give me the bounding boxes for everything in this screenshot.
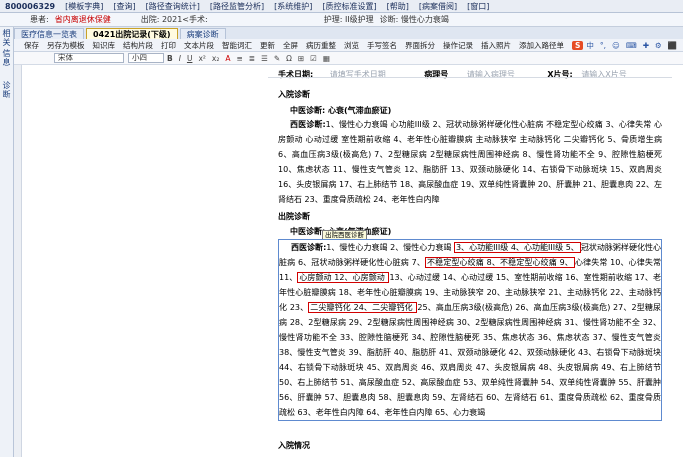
row-divider	[268, 77, 672, 78]
subscript-icon[interactable]: x₂	[209, 54, 222, 63]
menu-qc[interactable]: [质控标准设置]	[317, 1, 381, 12]
discharge-western-diagnosis-field[interactable]: 西医诊断:1、慢性心力衰竭 2、慢性心力衰竭 3、心功能III级 4、心功能II…	[278, 239, 662, 421]
align-center-icon[interactable]: ≣	[246, 54, 258, 63]
menu-path-query[interactable]: [路径查询统计]	[141, 1, 205, 12]
font-family-select[interactable]: 宋体	[54, 53, 124, 63]
add-to-path-button[interactable]: 添加入路径单	[515, 40, 568, 51]
sogou-ime-icon[interactable]: S	[572, 40, 584, 50]
record-reorganize-button[interactable]: 病历重整	[302, 40, 340, 51]
underline-icon[interactable]: U	[184, 54, 196, 63]
superscript-icon[interactable]: x²	[195, 54, 208, 63]
admission-status-title: 入院情况	[278, 441, 310, 450]
fullscreen-button[interactable]: 全屏	[279, 40, 302, 51]
admission-western-text: 1、慢性心力衰竭 心功能III级 2、冠状动脉粥样硬化性心脏病 不稳定型心绞痛 …	[278, 120, 662, 204]
side-tab-diagnosis[interactable]: 诊断	[2, 81, 12, 99]
browse-button[interactable]: 浏览	[340, 40, 363, 51]
discharge-label: 出院: 2021<手术:	[140, 15, 208, 24]
print-button[interactable]: 打印	[157, 40, 180, 51]
admission-diagnosis-title: 入院诊断	[278, 90, 310, 99]
menu-id: 800006329	[5, 1, 56, 11]
nursing-level: 护理: II级护理	[323, 15, 374, 24]
menu-query[interactable]: [查询]	[108, 1, 140, 12]
format-toolbar: 宋体 小四 B I U x² x₂ A ≡ ≣ ☰ ✎ Ω ⊞ ☑ ▦	[14, 52, 683, 65]
discharge-diagnosis-title: 出院诊断	[278, 212, 310, 221]
font-size-select[interactable]: 小四	[128, 53, 164, 63]
admission-tcm-diagnosis: 中医诊断: 心衰(气滞血瘀证)	[290, 105, 391, 116]
insert-photo-button[interactable]: 插入照片	[477, 40, 515, 51]
structure-fragment-button[interactable]: 结构片段	[119, 40, 157, 51]
special-char-icon[interactable]: Ω	[283, 54, 295, 63]
italic-icon[interactable]: I	[176, 54, 184, 63]
patient-info-bar: 患者: 省内离退休保健 出院: 2021<手术: 护理: II级护理 诊断: 慢…	[0, 13, 683, 27]
menu-path-monitor[interactable]: [路径监管分析]	[205, 1, 269, 12]
checkbox-icon[interactable]: ☑	[307, 54, 320, 63]
menu-bar: 800006329 [模板字典] [查询] [路径查询统计] [路径监管分析] …	[0, 0, 683, 13]
ime-keyboard-icon[interactable]: ⌨	[623, 41, 640, 50]
insert-table-icon[interactable]: ⊞	[295, 54, 307, 63]
bold-icon[interactable]: B	[164, 54, 176, 63]
save-as-template-button[interactable]: 另存为模板	[43, 40, 89, 51]
vertical-ruler	[14, 65, 22, 457]
highlight-box-cardiac-function: 3、心功能III级 4、心功能III级 5、	[453, 242, 581, 253]
ime-emoji-icon[interactable]: ☺	[609, 41, 623, 50]
update-button[interactable]: 更新	[256, 40, 279, 51]
admission-western-diagnosis[interactable]: 西医诊断:1、慢性心力衰竭 心功能III级 2、冠状动脉粥样硬化性心脏病 不稳定…	[278, 117, 662, 207]
tab-discharge-record[interactable]: 0421出院记录(下级)	[86, 28, 178, 39]
admission-tcm-text: 中医诊断: 心衰(气滞血瘀证)	[290, 106, 392, 115]
edit-icon[interactable]: ✎	[271, 54, 283, 63]
patient-label: 患者:	[30, 15, 49, 24]
menu-system[interactable]: [系统维护]	[269, 1, 317, 12]
operation-log-button[interactable]: 操作记录	[439, 40, 477, 51]
document-tabs: 医疗信息一览表 0421出院记录(下级) 病案诊断	[14, 27, 683, 39]
highlight-box-atrial-fibrillation: 心房颤动 12、心房颤动	[297, 272, 390, 283]
highlight-box-mitral-calcification: 二尖瓣钙化 24、二尖瓣钙化	[308, 302, 418, 313]
text-fragment-button[interactable]: 文本片段	[180, 40, 218, 51]
discharge-western-text-e: 25、高血压病3级(极高危) 26、高血压病3级(极高危) 27、2型糖尿病 2…	[279, 303, 661, 417]
save-button[interactable]: 保存	[14, 40, 43, 51]
diagnosis-summary: 诊断: 慢性心力衰竭	[379, 15, 449, 24]
tab-case-diagnosis[interactable]: 病案诊断	[179, 28, 226, 39]
discharge-western-label: 西医诊断:	[291, 243, 327, 252]
left-side-panel: 相关 信息 诊断	[0, 27, 14, 457]
font-color-icon[interactable]: A	[222, 54, 233, 63]
grid-icon[interactable]: ▦	[320, 54, 333, 63]
surgery-row: 手术日期: 请填写手术日期 病理号 请输入病理号 X片号: 请输入X片号	[278, 69, 627, 80]
side-tab-info[interactable]: 信息	[2, 49, 12, 67]
knowledge-base-button[interactable]: 知识库	[89, 40, 120, 51]
ime-settings-icon[interactable]: ⚙	[652, 41, 665, 50]
discharge-western-text-a: 1、慢性心力衰竭 2、慢性心力衰竭	[326, 243, 454, 252]
ime-punctuation-icon[interactable]: °,	[597, 41, 609, 50]
editor-toolbar: 保存 另存为模板 知识库 结构片段 打印 文本片段 智能词汇 更新 全屏 病历重…	[14, 39, 683, 52]
split-view-button[interactable]: 界面拆分	[401, 40, 439, 51]
patient-category: 省内离退休保健	[54, 15, 111, 24]
menu-template[interactable]: [模板字典]	[60, 1, 108, 12]
align-left-icon[interactable]: ≡	[233, 54, 245, 63]
side-tab-related[interactable]: 相关	[2, 29, 12, 47]
ime-plus-icon[interactable]: ✚	[640, 41, 652, 50]
menu-help[interactable]: [帮助]	[382, 1, 414, 12]
menu-record-borrow[interactable]: [病案借阅]	[414, 1, 462, 12]
ime-chinese-icon[interactable]: 中	[583, 40, 597, 51]
tab-medical-overview[interactable]: 医疗信息一览表	[14, 28, 84, 39]
smart-words-button[interactable]: 智能词汇	[218, 40, 256, 51]
menu-window[interactable]: [窗口]	[462, 1, 494, 12]
highlight-box-angina: 不稳定型心绞痛 8、不稳定型心绞痛 9、	[424, 257, 575, 268]
handwrite-sign-button[interactable]: 手写签名	[363, 40, 401, 51]
align-right-icon[interactable]: ☰	[258, 54, 271, 63]
admission-western-label: 西医诊断:	[290, 120, 326, 129]
document-page[interactable]: 手术日期: 请填写手术日期 病理号 请输入病理号 X片号: 请输入X片号 入院诊…	[268, 65, 672, 457]
ime-skin-icon[interactable]: ⬛	[665, 41, 680, 50]
